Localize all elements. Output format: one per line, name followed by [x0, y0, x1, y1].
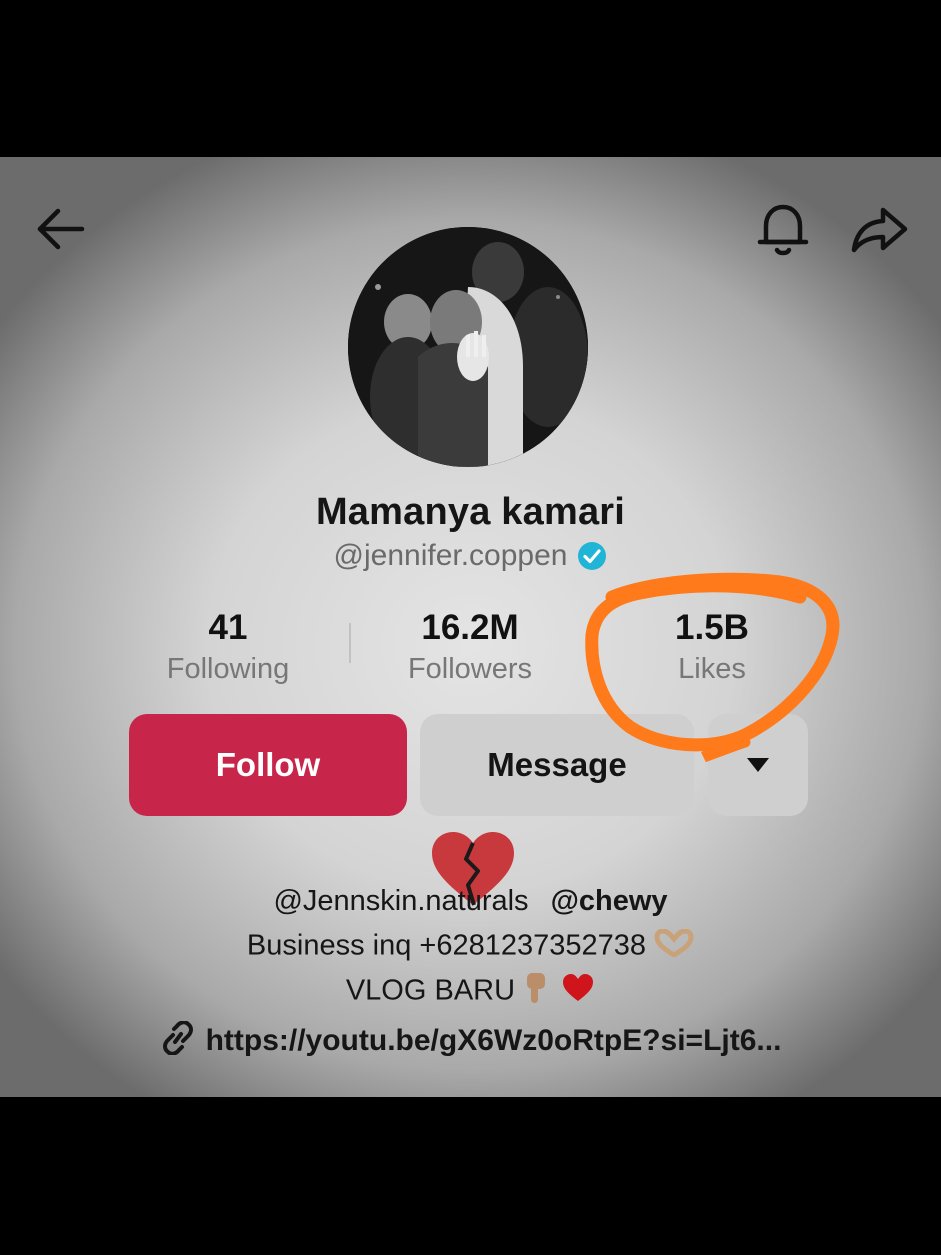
bio-mentions: @Jennskin.naturals @chewy: [0, 885, 941, 918]
bio-link[interactable]: https://youtu.be/gX6Wz0oRtpE?si=Ljt6...: [0, 1020, 941, 1060]
more-options-button[interactable]: [708, 714, 808, 816]
share-arrow-icon[interactable]: [846, 199, 912, 259]
stat-followers[interactable]: 16.2M Followers: [350, 607, 590, 689]
caret-down-icon: [747, 758, 769, 772]
likes-label: Likes: [678, 653, 746, 685]
back-arrow-icon[interactable]: [30, 199, 90, 259]
message-button[interactable]: Message: [420, 714, 694, 816]
red-heart-icon: [561, 973, 595, 1011]
mention-link[interactable]: @chewy: [551, 885, 668, 917]
bell-icon[interactable]: [752, 197, 814, 261]
display-name: Mamanya kamari: [315, 491, 626, 533]
mention-link[interactable]: @Jennskin.naturals: [273, 885, 528, 917]
username-row: @jennifer.coppen: [0, 539, 941, 573]
bio-vlog: VLOG BARU: [0, 971, 941, 1013]
pointing-down-icon: [523, 971, 553, 1013]
followers-count: 16.2M: [421, 608, 519, 647]
stat-following[interactable]: 41 Following: [108, 607, 348, 689]
heart-hands-icon: [654, 928, 694, 965]
bio-link-text[interactable]: https://youtu.be/gX6Wz0oRtpE?si=Ljt6...: [206, 1024, 782, 1058]
bio-business: Business inq +6281237352738: [0, 928, 941, 965]
username: @jennifer.coppen: [333, 539, 568, 572]
avatar[interactable]: [348, 227, 588, 467]
likes-count: 1.5B: [675, 608, 749, 647]
vlog-text: VLOG BARU: [345, 974, 516, 1007]
verified-badge-icon: [577, 541, 607, 571]
following-count: 41: [208, 608, 248, 647]
link-icon: [160, 1020, 196, 1060]
profile-screen: Mamanya kamari @jennifer.coppen 41 Follo…: [0, 157, 941, 1097]
follow-button[interactable]: Follow: [129, 714, 407, 816]
following-label: Following: [166, 653, 290, 685]
business-text: Business inq +6281237352738: [246, 929, 647, 962]
followers-label: Followers: [407, 653, 533, 685]
stat-likes: 1.5B Likes: [592, 607, 832, 689]
